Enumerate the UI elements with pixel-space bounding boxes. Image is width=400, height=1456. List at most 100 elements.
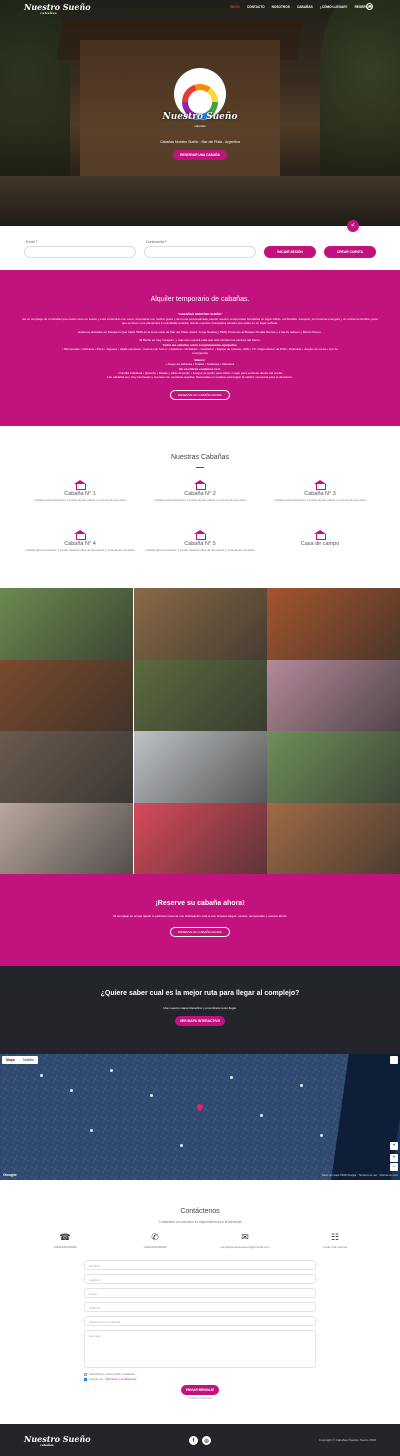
nav-contacto[interactable]: CONTACTO bbox=[247, 5, 265, 9]
map-pin[interactable] bbox=[180, 1144, 183, 1147]
lastname-field[interactable]: Apellido bbox=[84, 1274, 316, 1284]
google-map[interactable]: Mapa Satélite • + − Google Datos del map… bbox=[0, 1054, 400, 1180]
cabanas-title: Nuestras Cabañas bbox=[171, 454, 229, 461]
reserve-now-button[interactable]: RESERVE SU CABAÑA AHORA bbox=[170, 927, 230, 937]
map-pin[interactable] bbox=[320, 1134, 323, 1137]
map-streets bbox=[0, 1054, 360, 1180]
cabin-card-casa-de-campo[interactable]: Casa de campo bbox=[265, 530, 375, 547]
map-type-tabs: Mapa Satélite bbox=[2, 1056, 38, 1064]
map-pin[interactable] bbox=[70, 1089, 73, 1092]
brand-logo[interactable]: Nuestro Sueño cabañas bbox=[24, 2, 91, 15]
copyright: Copyright © Cabañas Nuestro Sueño 2023 bbox=[318, 1438, 376, 1442]
name-field[interactable]: Nombre bbox=[84, 1260, 316, 1270]
email-text: complejonuestrosueno@hotmail.com bbox=[220, 1245, 270, 1249]
contact-phone[interactable]: ☎ +5402235018033 bbox=[25, 1232, 105, 1249]
reserve-cabin-button[interactable]: RESERVAR UNA CABAÑA bbox=[173, 150, 227, 160]
alquiler-intro: Es un complejo de 4 cabañas que nació co… bbox=[22, 317, 378, 325]
login-button[interactable]: INICIAR SESIÓN bbox=[264, 246, 316, 258]
map-pin[interactable] bbox=[150, 1094, 153, 1097]
terms-link[interactable]: Términos y condiciones bbox=[105, 1377, 137, 1381]
nav-nosotros[interactable]: NOSOTROS bbox=[272, 5, 290, 9]
whatsapp-icon: ✆ bbox=[151, 1232, 159, 1242]
brand-name: Nuestro Sueño bbox=[24, 2, 91, 12]
calendar-text: Crear una reserva bbox=[322, 1245, 348, 1249]
required-note: (*) Datos requeridos bbox=[187, 1396, 213, 1400]
map-attribution[interactable]: Datos del mapa ©2023 Google · Términos d… bbox=[322, 1174, 398, 1177]
gallery-photo[interactable] bbox=[0, 802, 133, 874]
cabin-desc: Cabaña para 4 personas, 1 somier de dos … bbox=[154, 498, 246, 502]
logo-sub: cabañas bbox=[194, 124, 206, 128]
gallery-photo[interactable] bbox=[267, 802, 400, 874]
contact-section: Contáctenos Contáctese con nosotros se r… bbox=[0, 1180, 400, 1424]
map-pin[interactable] bbox=[300, 1084, 303, 1087]
map-pin[interactable] bbox=[40, 1074, 43, 1077]
cabin-card-3[interactable]: Cabaña N° 3 Cabaña para 4 personas, 1 so… bbox=[265, 480, 375, 503]
cabin-desc: Cabaña para 5 personas, 1 somier transfo… bbox=[25, 548, 135, 552]
message-field[interactable]: Mensaje bbox=[84, 1330, 316, 1368]
map-pin[interactable] bbox=[110, 1069, 113, 1072]
fullscreen-icon[interactable] bbox=[390, 1056, 398, 1064]
cabin-card-1[interactable]: Cabaña N° 1 Cabaña para 4 personas, 1 so… bbox=[25, 480, 135, 503]
gallery-photo[interactable] bbox=[0, 588, 133, 660]
footer-brand[interactable]: Nuestro Sueño cabañas bbox=[24, 1434, 91, 1447]
gallery-photo[interactable] bbox=[133, 588, 267, 660]
map-pin[interactable] bbox=[90, 1129, 93, 1132]
phone-field[interactable]: Teléfono bbox=[84, 1302, 316, 1312]
interactive-map-button[interactable]: VER MAPA INTERACTIVO bbox=[175, 1016, 225, 1026]
send-message-button[interactable]: ENVIAR MENSAJE bbox=[181, 1385, 219, 1395]
reserve-section: ¡Reserve su cabaña ahora! El complejo se… bbox=[0, 874, 400, 966]
gallery-photo[interactable] bbox=[267, 588, 400, 660]
cabin-card-5[interactable]: Cabaña N° 5 Cabaña para 5 personas, 1 so… bbox=[145, 530, 255, 553]
equip-list: • Microondas • Cafetera • Pava • Juguera… bbox=[62, 347, 338, 355]
nav-links: INICIO CONTACTO NOSOTROS CABAÑAS ¿CÓMO L… bbox=[230, 5, 372, 9]
map-pin[interactable] bbox=[230, 1076, 233, 1079]
gallery-photo[interactable] bbox=[133, 731, 267, 803]
tab-satellite[interactable]: Satélite bbox=[19, 1056, 38, 1064]
checkbox[interactable] bbox=[84, 1372, 87, 1376]
zoom-out-icon[interactable]: − bbox=[390, 1163, 398, 1171]
tab-map[interactable]: Mapa bbox=[2, 1056, 19, 1064]
house-icon bbox=[314, 530, 326, 540]
pegman-icon[interactable]: • bbox=[390, 1142, 398, 1150]
password-field[interactable] bbox=[144, 246, 256, 258]
alquiler-neighborhood: El Barrio es muy tranquilo, y más aún nu… bbox=[139, 338, 261, 342]
house-icon bbox=[194, 530, 206, 540]
gallery-photo[interactable] bbox=[267, 731, 400, 803]
newsletter-checkbox[interactable]: Suscribirme para recibir newsletter bbox=[84, 1372, 135, 1376]
user-circle-icon[interactable] bbox=[366, 3, 373, 10]
cabin-select[interactable]: Seleccione una cabaña bbox=[84, 1316, 316, 1326]
instagram-icon[interactable]: ◎ bbox=[202, 1436, 211, 1445]
contact-whatsapp[interactable]: ✆ +5402235018033 bbox=[115, 1232, 195, 1249]
create-account-button[interactable]: CREAR CUENTA bbox=[324, 246, 376, 258]
zoom-in-icon[interactable]: + bbox=[390, 1154, 398, 1162]
nav-como-llegar[interactable]: ¿CÓMO LLEGAR? bbox=[320, 5, 348, 9]
terms-prefix: Acepto los bbox=[89, 1377, 104, 1381]
gallery-photo[interactable] bbox=[0, 659, 133, 731]
gallery-photo[interactable] bbox=[133, 802, 267, 874]
cabin-name: Cabaña N° 1 bbox=[64, 491, 96, 497]
contact-email-field[interactable]: Email bbox=[84, 1288, 316, 1298]
gallery-photo[interactable] bbox=[0, 731, 133, 803]
contact-calendar[interactable]: ☷ Crear una reserva bbox=[295, 1232, 375, 1249]
gallery-photo[interactable] bbox=[133, 659, 267, 731]
share-icon[interactable]: < bbox=[347, 220, 359, 232]
terms-checkbox[interactable]: Acepto los Términos y condiciones bbox=[84, 1377, 137, 1381]
contact-email[interactable]: ✉ complejonuestrosueno@hotmail.com bbox=[205, 1232, 285, 1249]
gallery-photo[interactable] bbox=[267, 659, 400, 731]
nav-cabanas[interactable]: CABAÑAS bbox=[297, 5, 313, 9]
calendar-icon: ☷ bbox=[330, 1232, 340, 1242]
cabin-card-4[interactable]: Cabaña N° 4 Cabaña para 5 personas, 1 so… bbox=[25, 530, 135, 553]
checkbox-checked[interactable] bbox=[84, 1377, 87, 1381]
email-icon: ✉ bbox=[241, 1232, 249, 1242]
route-section: ¿Quiere saber cual es la mejor ruta para… bbox=[0, 966, 400, 1054]
blanco-list: • Juego de sábanas • Toallas • Toallones… bbox=[165, 362, 235, 366]
house-icon bbox=[74, 480, 86, 490]
email-field[interactable] bbox=[24, 246, 136, 258]
cabin-card-2[interactable]: Cabaña N° 2 Cabaña para 4 personas, 1 so… bbox=[145, 480, 255, 503]
nav-inicio[interactable]: INICIO bbox=[230, 5, 240, 9]
cabin-name: Casa de campo bbox=[300, 541, 340, 547]
hero-logo: Nuestro Sueño cabañas bbox=[160, 68, 240, 132]
facebook-icon[interactable]: f bbox=[189, 1436, 198, 1445]
map-pin[interactable] bbox=[260, 1114, 263, 1117]
alquiler-reserve-button[interactable]: RESERVE SU CABAÑA AHORA bbox=[170, 390, 230, 400]
